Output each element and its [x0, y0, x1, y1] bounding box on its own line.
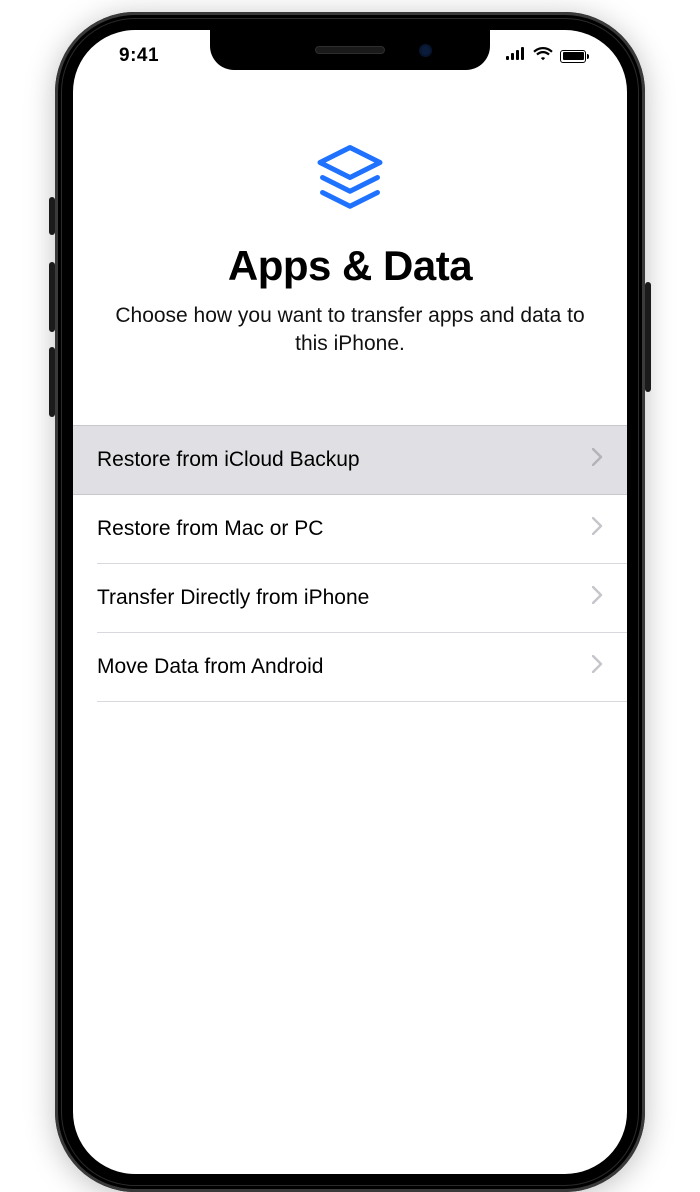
page-title: Apps & Data	[109, 242, 591, 290]
option-restore-mac-pc[interactable]: Restore from Mac or PC	[73, 495, 627, 563]
option-move-android[interactable]: Move Data from Android	[73, 633, 627, 701]
page-subtitle: Choose how you want to transfer apps and…	[109, 302, 591, 359]
screen: 9:41	[73, 30, 627, 1174]
mute-switch[interactable]	[49, 197, 55, 235]
volume-up-button[interactable]	[49, 262, 55, 332]
option-restore-icloud[interactable]: Restore from iCloud Backup	[73, 425, 627, 495]
layers-icon	[109, 140, 591, 220]
volume-down-button[interactable]	[49, 347, 55, 417]
option-label: Restore from iCloud Backup	[97, 448, 360, 472]
option-label: Transfer Directly from iPhone	[97, 586, 369, 610]
option-label: Move Data from Android	[97, 655, 323, 679]
option-transfer-iphone[interactable]: Transfer Directly from iPhone	[73, 564, 627, 632]
chevron-right-icon	[592, 448, 603, 472]
apps-and-data-setup: Apps & Data Choose how you want to trans…	[73, 30, 627, 1174]
chevron-right-icon	[592, 517, 603, 541]
power-button[interactable]	[645, 282, 651, 392]
chevron-right-icon	[592, 586, 603, 610]
transfer-options-list: Restore from iCloud Backup Restore from …	[73, 425, 627, 702]
option-label: Restore from Mac or PC	[97, 517, 323, 541]
chevron-right-icon	[592, 655, 603, 679]
phone-frame: 9:41	[55, 12, 645, 1192]
